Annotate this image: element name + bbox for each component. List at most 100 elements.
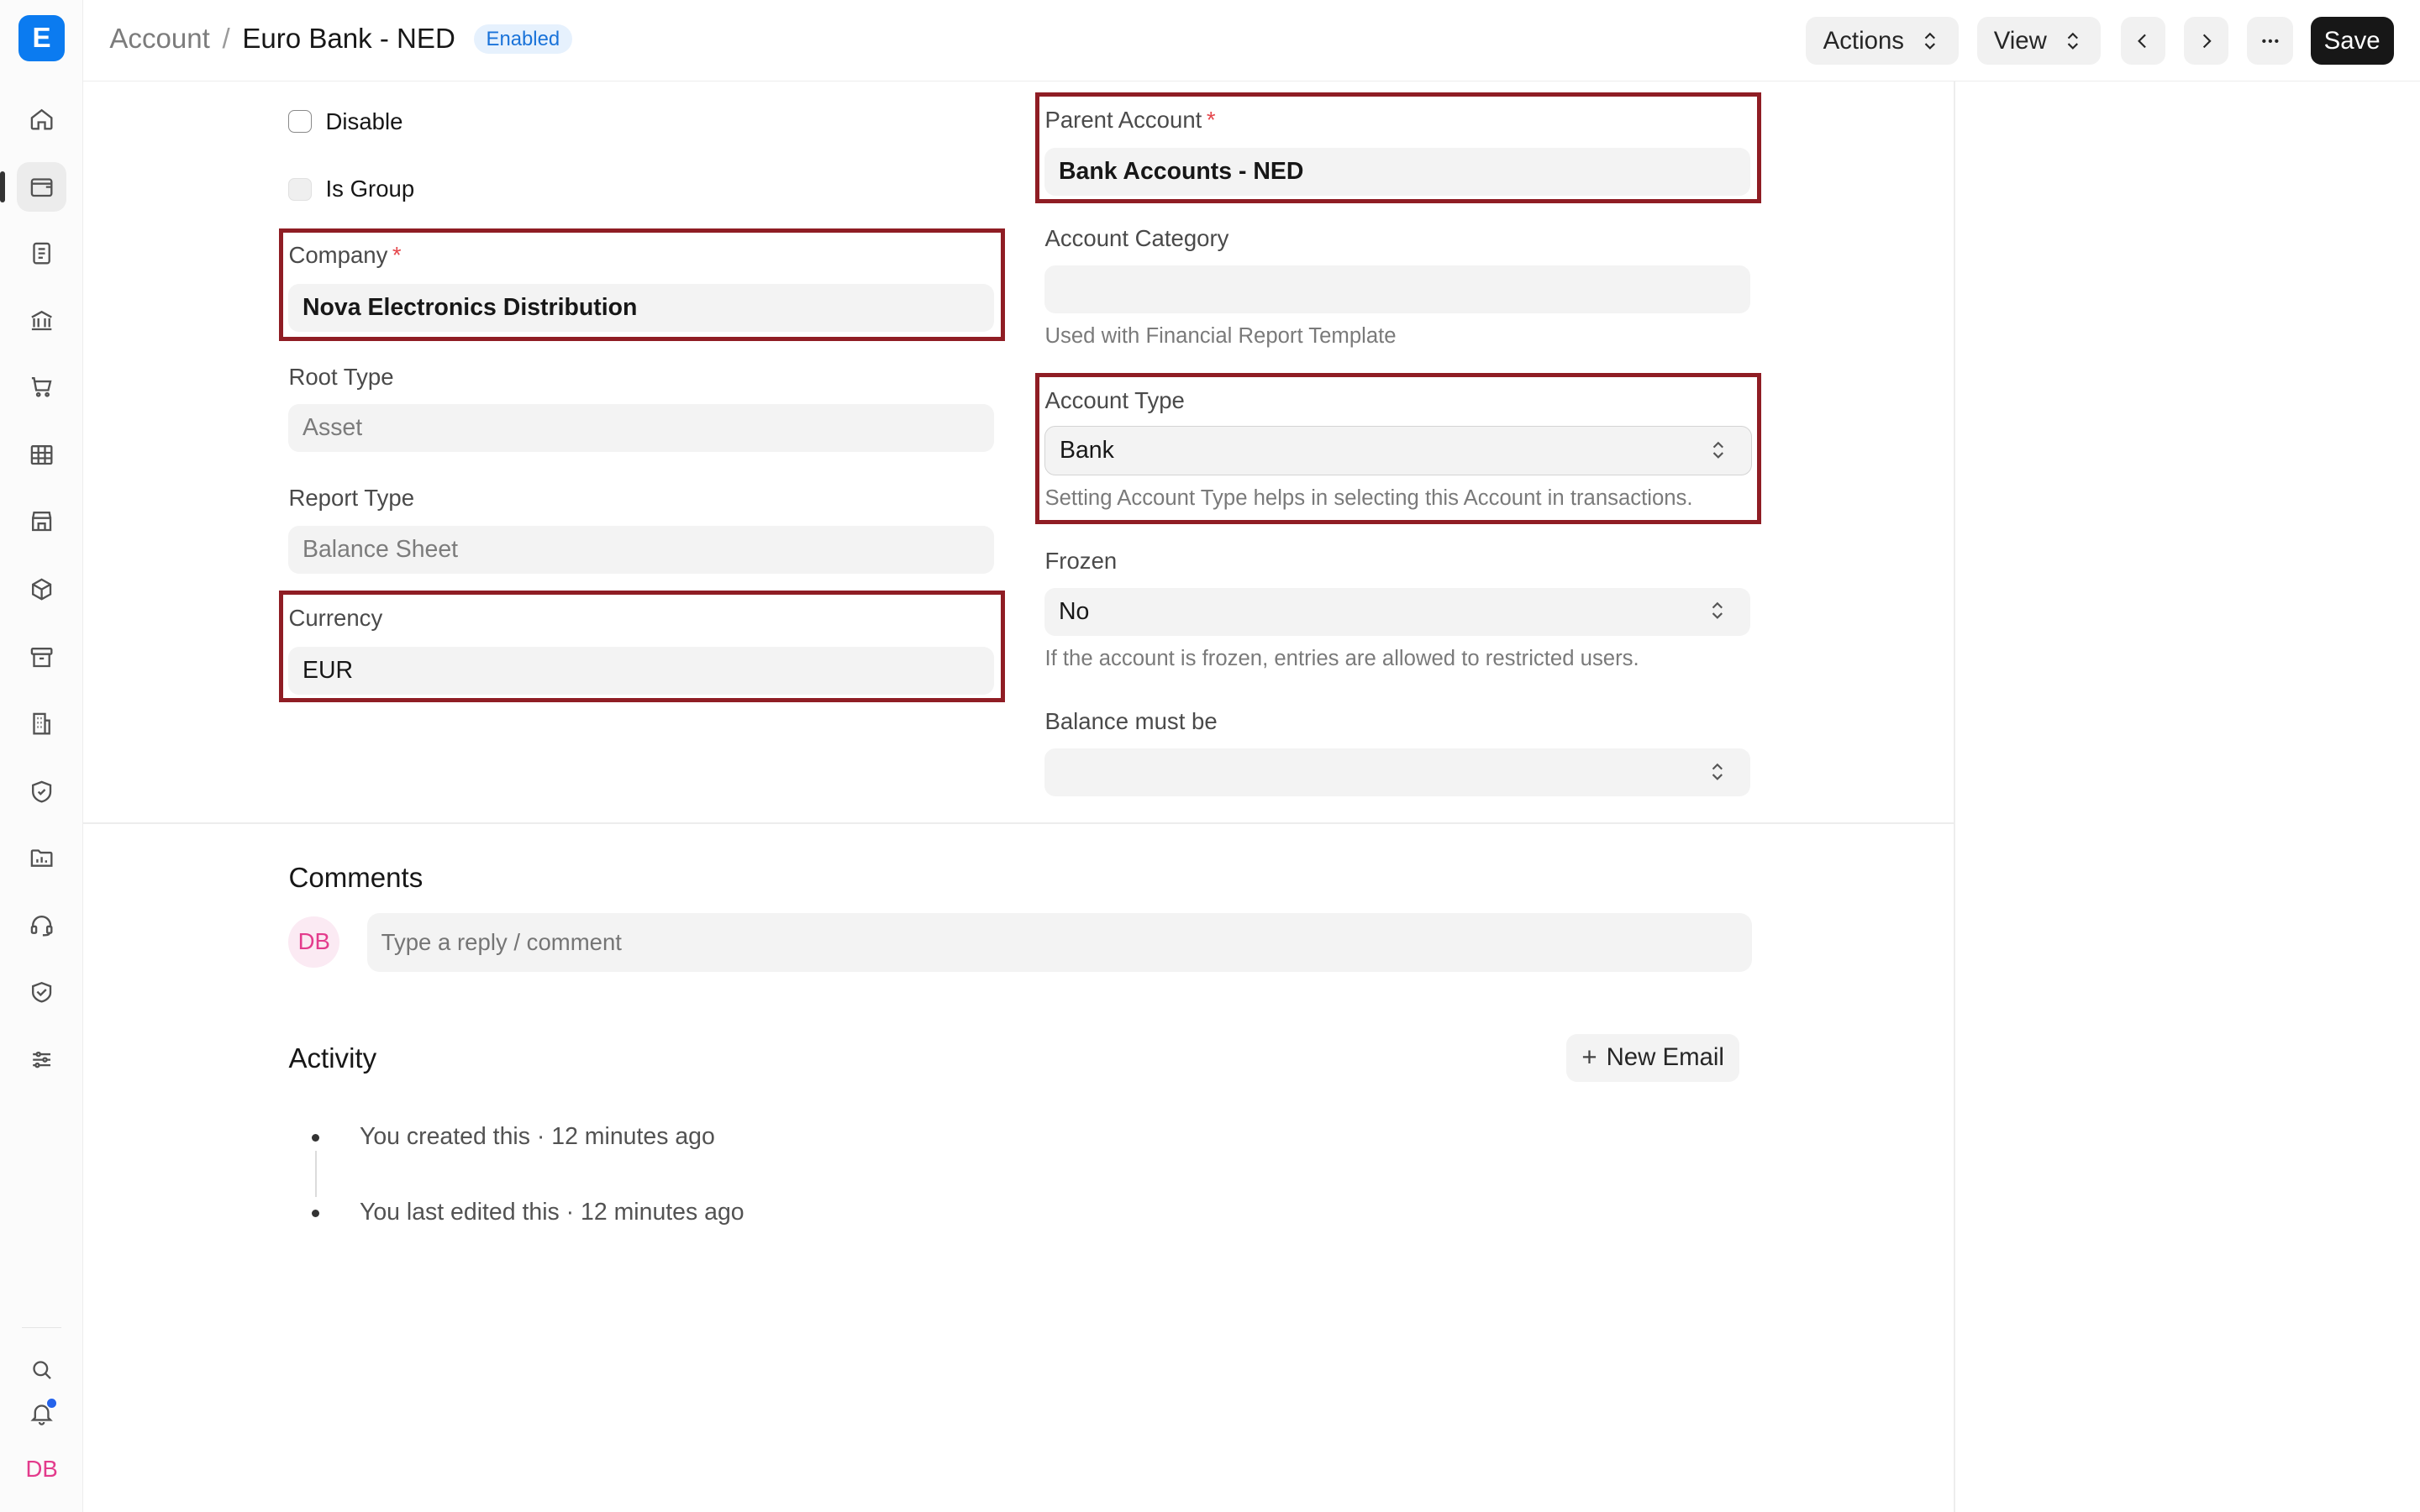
is-group-checkbox-row[interactable]: Is Group (288, 176, 414, 202)
new-email-label: New Email (1606, 1043, 1724, 1072)
save-button[interactable]: Save (2310, 17, 2394, 66)
account-type-value: Bank (1059, 436, 1114, 464)
account-category-description: Used with Financial Report Template (1044, 323, 1397, 348)
parent-account-field[interactable]: Bank Accounts - NED (1044, 148, 1750, 197)
app-logo[interactable]: E (18, 15, 66, 62)
status-badge: Enabled (473, 24, 572, 55)
sidebar-item-bank[interactable] (17, 297, 66, 346)
frozen-label: Frozen (1044, 548, 1118, 575)
wallet-icon (30, 177, 53, 197)
balance-must-be-select[interactable] (1044, 748, 1750, 796)
archive-icon (30, 647, 53, 667)
account-category-field[interactable] (1044, 265, 1750, 313)
view-label: View (1993, 26, 2047, 55)
user-avatar[interactable]: DB (17, 1444, 66, 1494)
disable-label: Disable (325, 108, 403, 134)
chevron-updown-icon (1712, 763, 1723, 780)
parent-account-label: Parent Account * (1044, 107, 1215, 134)
sidebar: E DB (0, 0, 84, 1512)
sidebar-item-archive[interactable] (17, 633, 66, 682)
breadcrumb-root-link[interactable]: Account (109, 24, 209, 55)
activity-title: Activity (288, 1042, 377, 1074)
package-icon (32, 578, 52, 601)
actions-dropdown[interactable]: Actions (1805, 17, 1959, 66)
content-right-border (1954, 81, 1956, 1512)
notification-dot (46, 1398, 57, 1409)
required-mark: * (392, 242, 402, 269)
actions-label: Actions (1823, 26, 1904, 55)
sidebar-notifications[interactable] (17, 1389, 66, 1438)
cart-icon (31, 377, 52, 397)
sidebar-divider (21, 1326, 62, 1329)
account-category-label: Account Category (1044, 225, 1229, 252)
sidebar-item-accounting[interactable] (0, 161, 66, 212)
report-type-field: Balance Sheet (288, 526, 994, 575)
frozen-description: If the account is frozen, entries are al… (1044, 646, 1639, 670)
timeline-line (314, 1151, 317, 1198)
table-icon (30, 445, 53, 465)
handshake-icon (32, 982, 52, 1003)
new-email-button[interactable]: + New Email (1566, 1033, 1739, 1082)
report-type-label: Report Type (288, 484, 415, 511)
page-header: Account / Euro Bank - NED Enabled Action… (83, 0, 2420, 82)
is-group-checkbox[interactable] (288, 177, 313, 202)
store-icon (32, 512, 52, 532)
disable-checkbox[interactable] (288, 109, 313, 134)
frozen-select[interactable]: No (1044, 587, 1750, 636)
sidebar-item-assets[interactable] (17, 699, 66, 748)
timeline-dot (312, 1134, 320, 1142)
account-type-description: Setting Account Type helps in selecting … (1044, 486, 1693, 510)
more-options-button[interactable] (2247, 17, 2294, 66)
root-type-label: Root Type (288, 364, 394, 391)
comment-input[interactable] (367, 913, 1752, 973)
sidebar-item-stock[interactable] (17, 564, 66, 614)
chevron-updown-icon (2067, 32, 2079, 50)
sidebar-item-home[interactable] (17, 94, 66, 144)
section-divider (83, 822, 1956, 824)
headset-icon (30, 916, 53, 937)
required-mark: * (1206, 106, 1216, 133)
search-icon (33, 1361, 51, 1380)
account-type-select[interactable]: Bank (1044, 425, 1752, 475)
sidebar-search[interactable] (17, 1346, 66, 1395)
sidebar-item-settings[interactable] (17, 1035, 66, 1084)
document-icon (33, 242, 50, 265)
folder-chart-icon (30, 848, 53, 867)
more-horizontal-icon (2262, 39, 2279, 43)
sidebar-item-documents[interactable] (17, 228, 66, 278)
activity-item: You last edited this · 12 minutes ago (359, 1199, 744, 1226)
chevron-updown-icon (1712, 602, 1723, 620)
balance-must-be-label: Balance must be (1044, 708, 1218, 735)
timeline-dot (312, 1210, 320, 1218)
is-group-label: Is Group (325, 176, 415, 202)
sidebar-item-store[interactable] (17, 496, 66, 546)
logo-letter: E (32, 22, 51, 54)
company-field[interactable]: Nova Electronics Distribution (288, 283, 994, 332)
chevron-left-icon (2138, 34, 2147, 48)
previous-record-button[interactable] (2120, 17, 2165, 66)
breadcrumb: Account / Euro Bank - NED Enabled (109, 23, 572, 55)
next-record-button[interactable] (2183, 17, 2229, 66)
page-title: Euro Bank - NED (242, 23, 455, 55)
chevron-updown-icon (1925, 32, 1936, 50)
home-icon (30, 108, 53, 130)
currency-label: Currency (288, 605, 383, 631)
disable-checkbox-row[interactable]: Disable (288, 108, 402, 135)
currency-field[interactable]: EUR (288, 646, 994, 695)
sidebar-item-table[interactable] (17, 430, 66, 480)
sidebar-item-crm[interactable] (17, 968, 66, 1017)
activity-item: You created this · 12 minutes ago (359, 1123, 715, 1151)
chevron-updown-icon (1713, 441, 1724, 459)
root-type-field: Asset (288, 404, 994, 453)
plus-icon: + (1581, 1042, 1597, 1073)
sidebar-item-support[interactable] (17, 901, 66, 951)
view-dropdown[interactable]: View (1976, 17, 2101, 66)
sidebar-item-projects[interactable] (17, 833, 66, 883)
frozen-value: No (1058, 597, 1090, 625)
building-icon (33, 712, 50, 735)
sidebar-item-buying[interactable] (17, 363, 66, 412)
sidebar-item-quality[interactable] (17, 767, 66, 816)
breadcrumb-separator: / (222, 23, 230, 55)
chevron-right-icon (2202, 34, 2212, 48)
bank-icon (31, 311, 52, 331)
